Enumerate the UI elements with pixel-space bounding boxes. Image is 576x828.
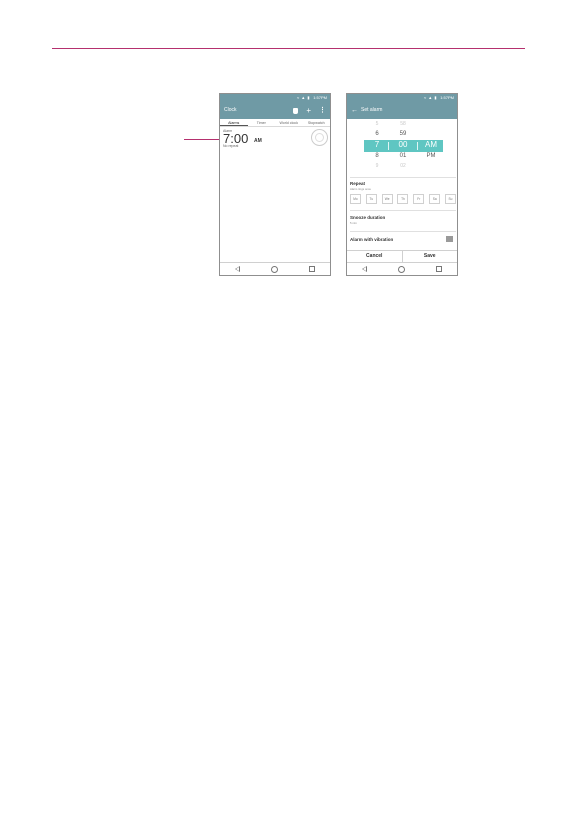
status-bar: ≈ ▲ ▮ 1:57PM (220, 94, 330, 102)
minute-option[interactable]: 58 (391, 119, 415, 129)
minute-option[interactable]: 01 (391, 151, 415, 161)
back-icon[interactable] (235, 266, 241, 272)
picker-divider (417, 142, 418, 150)
vibration-checkbox[interactable] (446, 236, 453, 242)
save-button[interactable]: Save (403, 251, 458, 262)
recent-apps-icon[interactable] (435, 266, 442, 272)
status-time: 1:57PM (313, 95, 327, 100)
repeat-title: Repeat (350, 181, 366, 186)
day-toggle-th[interactable]: Th (397, 194, 409, 204)
hour-wheel[interactable]: 5 6 7 8 9 (365, 119, 389, 171)
hour-selected[interactable]: 7 (365, 139, 389, 151)
ampm-option[interactable]: PM (419, 151, 443, 161)
day-toggle-sa[interactable]: Sa (429, 194, 441, 204)
callout-line (184, 139, 221, 140)
hour-option[interactable]: 5 (365, 119, 389, 129)
back-arrow-icon[interactable]: ← (351, 102, 358, 119)
signal-icons: ≈ ▲ ▮ (424, 95, 438, 100)
divider (350, 210, 456, 211)
ampm-wheel[interactable]: AM PM (419, 119, 443, 171)
app-bar: Clock + ⋮ (220, 102, 330, 119)
app-actions: + ⋮ (293, 102, 326, 119)
alarm-list-item[interactable]: Alarm 7:00 AM No repeat (223, 129, 329, 151)
repeat-days: Mo Tu We Th Fr Sa Su (350, 194, 456, 204)
more-options-icon[interactable]: ⋮ (319, 107, 326, 115)
status-bar: ≈ ▲ ▮ 1:57PM (347, 94, 457, 102)
snooze-value: 5 min (350, 221, 357, 225)
hour-option[interactable]: 6 (365, 129, 389, 139)
clock-tabs: Alarms Timer World clock Stopwatch (220, 119, 330, 127)
alarm-repeat: No repeat (223, 144, 239, 148)
ampm-selected[interactable]: AM (419, 139, 443, 151)
nav-bar (220, 262, 330, 275)
day-toggle-we[interactable]: We (381, 194, 393, 204)
day-toggle-su[interactable]: Su (444, 194, 456, 204)
minute-option[interactable]: 59 (391, 129, 415, 139)
time-picker[interactable]: 5 6 7 8 9 58 59 00 01 02 AM PM (347, 119, 457, 172)
app-title: Clock (224, 107, 237, 113)
signal-icons: ≈ ▲ ▮ (297, 95, 311, 100)
app-title: Set alarm (361, 107, 383, 113)
tab-world-clock[interactable]: World clock (275, 119, 303, 126)
action-buttons: Cancel Save (347, 250, 457, 262)
nav-bar (347, 262, 457, 275)
set-alarm-screen: ≈ ▲ ▮ 1:57PM ← Set alarm 5 6 7 8 9 58 59… (346, 93, 458, 276)
day-toggle-tu[interactable]: Tu (365, 194, 377, 204)
page-header-rule (52, 48, 525, 49)
recent-apps-icon[interactable] (308, 266, 315, 272)
status-time: 1:57PM (440, 95, 454, 100)
home-icon[interactable] (397, 265, 405, 273)
back-icon[interactable] (362, 266, 368, 272)
app-bar: ← Set alarm (347, 102, 457, 119)
hour-option[interactable]: 9 (365, 161, 389, 171)
alarm-toggle[interactable] (311, 129, 328, 146)
alarm-toggle-icon (315, 133, 324, 142)
hour-option[interactable]: 8 (365, 151, 389, 161)
repeat-subtitle: Alarm rings once (350, 187, 371, 191)
tab-timer[interactable]: Timer (248, 119, 276, 126)
snooze-setting[interactable]: Snooze duration (350, 215, 385, 220)
tab-stopwatch[interactable]: Stopwatch (303, 119, 331, 126)
divider (350, 177, 456, 178)
minute-wheel[interactable]: 58 59 00 01 02 (391, 119, 415, 171)
ampm-option (419, 129, 443, 139)
minute-option[interactable]: 02 (391, 161, 415, 171)
delete-icon[interactable] (293, 107, 299, 114)
vibration-setting[interactable]: Alarm with vibration (350, 237, 393, 242)
tab-alarms[interactable]: Alarms (220, 119, 248, 126)
cancel-button[interactable]: Cancel (347, 251, 402, 262)
ampm-option (419, 161, 443, 171)
add-alarm-icon[interactable]: + (306, 106, 311, 115)
ampm-option (419, 119, 443, 129)
home-icon[interactable] (270, 265, 278, 273)
divider (350, 231, 456, 232)
clock-screen: ≈ ▲ ▮ 1:57PM Clock + ⋮ Alarms Timer Worl… (219, 93, 331, 276)
alarm-ampm: AM (254, 138, 262, 144)
day-toggle-mo[interactable]: Mo (350, 194, 361, 204)
minute-selected[interactable]: 00 (391, 139, 415, 151)
day-toggle-fr[interactable]: Fr (413, 194, 425, 204)
